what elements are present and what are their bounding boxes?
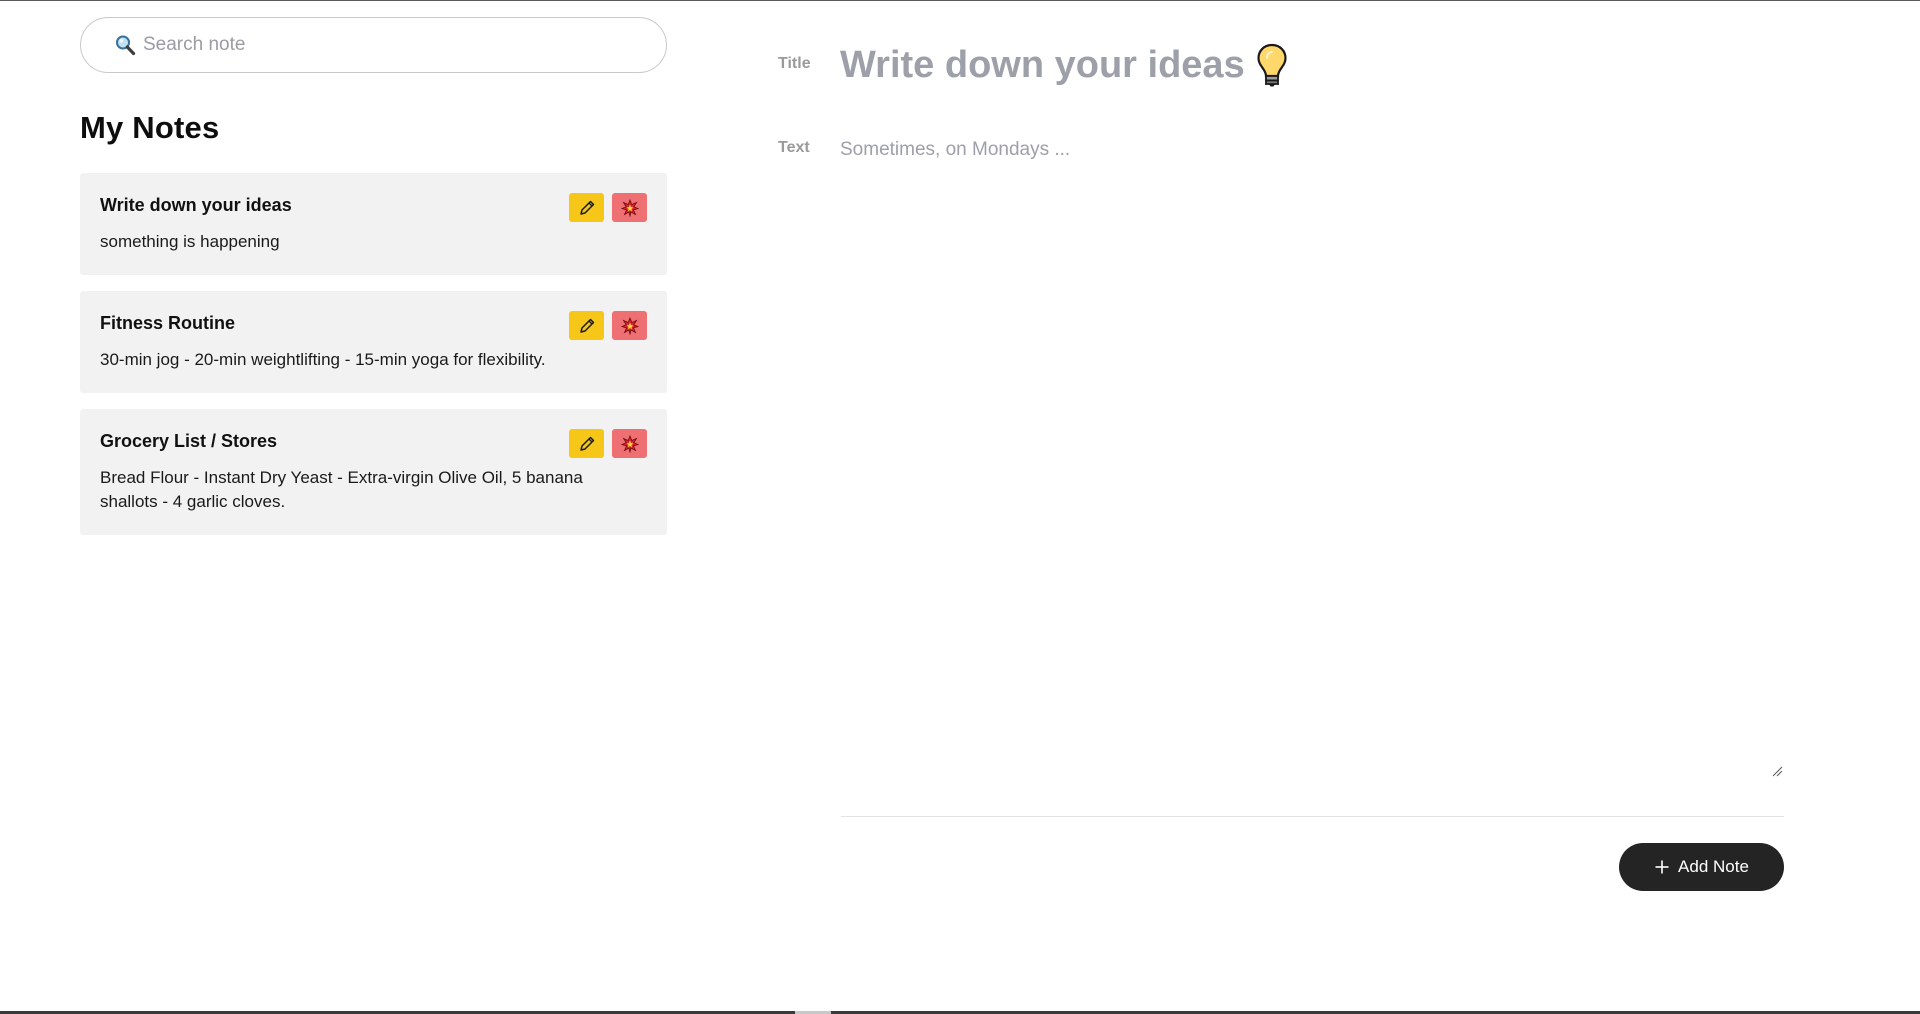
note-text: 30-min jog - 20-min weightlifting - 15-m… [100,350,546,369]
delete-note-button[interactable] [612,311,647,340]
pencil-icon [578,435,596,453]
search-input[interactable] [143,25,623,65]
collision-icon [620,198,639,217]
collision-icon [620,316,639,335]
collision-icon [620,434,639,453]
note-text: something is happening [100,232,280,251]
title-input[interactable]: Write down your ideas [840,44,1245,87]
note-card[interactable]: Write down your ideas something is happe… [80,173,667,275]
magnifier-icon [113,33,137,57]
note-card[interactable]: Grocery List / Stores Bread Flour - Inst… [80,409,667,535]
note-title: Write down your ideas [100,195,292,215]
note-actions [569,311,647,340]
delete-note-button[interactable] [612,193,647,222]
pencil-icon [578,199,596,217]
title-label: Title [778,55,811,72]
note-text-area[interactable] [840,136,1784,776]
note-actions [569,429,647,458]
search-box[interactable] [80,17,667,73]
note-title: Fitness Routine [100,313,236,333]
delete-note-button[interactable] [612,429,647,458]
note-actions [569,193,647,222]
note-text: Bread Flour - Instant Dry Yeast - Extra-… [100,468,583,511]
window-top-border [0,0,1920,1]
pencil-icon [578,317,596,335]
plus-icon [1654,859,1670,875]
note-card[interactable]: Fitness Routine 30-min jog - 20-min weig… [80,291,667,393]
edit-note-button[interactable] [569,193,604,222]
edit-note-button[interactable] [569,429,604,458]
text-label: Text [778,139,810,156]
add-note-label: Add Note [1678,857,1749,876]
edit-note-button[interactable] [569,311,604,340]
title-field[interactable]: Write down your ideas [840,42,1289,88]
resize-handle-icon[interactable] [1771,765,1783,777]
note-title: Grocery List / Stores [100,431,278,451]
editor-divider [841,816,1784,817]
lightbulb-icon [1255,42,1289,88]
add-note-button[interactable]: Add Note [1619,843,1784,891]
notes-heading: My Notes [80,110,220,145]
